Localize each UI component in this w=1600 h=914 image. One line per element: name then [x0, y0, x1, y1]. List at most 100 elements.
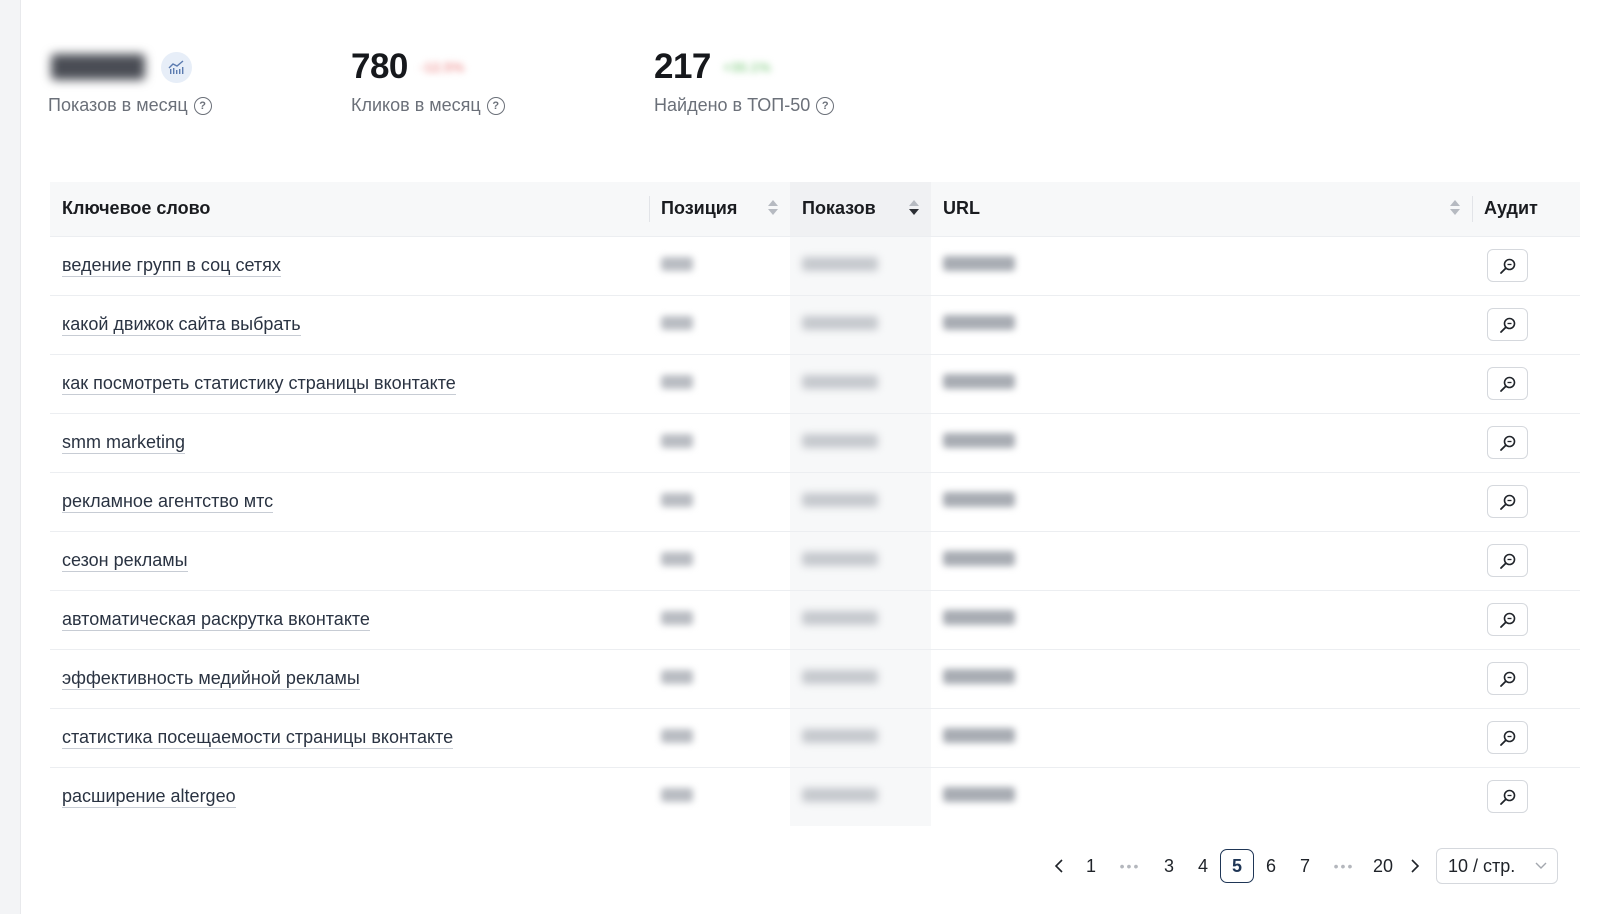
- question-circle-icon[interactable]: ?: [816, 96, 835, 115]
- cell-keyword: автоматическая раскрутка вконтакте: [50, 590, 649, 650]
- page-size-select[interactable]: 10 / стр.: [1436, 848, 1558, 884]
- url-value-hidden: [943, 610, 1015, 625]
- position-value-hidden: [661, 611, 693, 625]
- column-header-shows[interactable]: Показов: [790, 182, 931, 237]
- next-page-button[interactable]: [1400, 849, 1430, 883]
- stat-label: Кликов в месяц: [351, 95, 481, 115]
- chevron-left-icon: [1054, 859, 1063, 873]
- keyword-link[interactable]: сезон рекламы: [62, 550, 188, 572]
- sort-arrows-icon[interactable]: [909, 200, 919, 218]
- keyword-link[interactable]: какой движок сайта выбрать: [62, 314, 301, 336]
- bar-chart-icon[interactable]: [161, 51, 192, 83]
- column-header-audit: Аудит: [1472, 182, 1580, 237]
- zoom-search-icon: [1499, 494, 1515, 510]
- cell-shows: [790, 236, 931, 296]
- audit-button[interactable]: [1487, 249, 1528, 282]
- sort-arrows-icon[interactable]: [768, 200, 778, 218]
- cell-shows: [790, 472, 931, 532]
- page-size-value: 10 / стр.: [1448, 855, 1516, 876]
- page-7-button[interactable]: 7: [1288, 849, 1322, 883]
- cell-position: [649, 295, 790, 355]
- page-ellipsis[interactable]: •••: [1322, 849, 1366, 883]
- stat-value: 780: [351, 47, 408, 86]
- shows-value-hidden: [802, 316, 878, 330]
- cell-audit: [1472, 708, 1580, 768]
- audit-button[interactable]: [1487, 426, 1528, 459]
- column-header-url[interactable]: URL: [931, 182, 1472, 237]
- table-row: сезон рекламы: [50, 531, 1580, 591]
- keyword-link[interactable]: статистика посещаемости страницы вконтак…: [62, 727, 454, 749]
- position-value-hidden: [661, 493, 693, 507]
- cell-audit: [1472, 295, 1580, 355]
- cell-url: [931, 649, 1472, 709]
- page-20-button[interactable]: 20: [1366, 849, 1400, 883]
- audit-button[interactable]: [1487, 308, 1528, 341]
- sort-arrows-icon[interactable]: [1450, 200, 1460, 218]
- url-value-hidden: [943, 787, 1015, 803]
- table-row: как посмотреть статистику страницы вконт…: [50, 354, 1580, 414]
- column-header-position[interactable]: Позиция: [649, 182, 790, 237]
- position-value-hidden: [661, 316, 693, 330]
- page-1-button[interactable]: 1: [1074, 849, 1108, 883]
- url-value-hidden: [943, 492, 1015, 507]
- cell-shows: [790, 531, 931, 591]
- keyword-link[interactable]: эффективность медийной рекламы: [62, 668, 360, 690]
- audit-button[interactable]: [1487, 544, 1528, 577]
- page-4-button[interactable]: 4: [1186, 849, 1220, 883]
- shows-value-hidden: [802, 552, 878, 566]
- prev-page-button[interactable]: [1044, 849, 1074, 883]
- zoom-search-icon: [1499, 435, 1515, 451]
- audit-button[interactable]: [1487, 780, 1528, 814]
- cell-shows: [790, 413, 931, 473]
- table-row: ведение групп в соц сетях: [50, 236, 1580, 296]
- cell-url: [931, 531, 1472, 591]
- audit-button[interactable]: [1487, 662, 1528, 695]
- cell-audit: [1472, 649, 1580, 709]
- keyword-link[interactable]: расширение altergeo: [62, 786, 236, 809]
- page-5-button[interactable]: 5: [1220, 849, 1254, 883]
- shows-value-hidden: [802, 611, 878, 625]
- stat-value: 217: [654, 47, 711, 86]
- shows-value-hidden: [802, 729, 878, 743]
- audit-button[interactable]: [1487, 721, 1528, 754]
- cell-shows: [790, 295, 931, 355]
- keyword-link[interactable]: smm marketing: [62, 432, 186, 454]
- position-value-hidden: [661, 375, 693, 389]
- page-3-button[interactable]: 3: [1152, 849, 1186, 883]
- url-value-hidden: [943, 551, 1015, 566]
- cell-keyword: какой движок сайта выбрать: [50, 295, 649, 355]
- url-value-hidden: [943, 433, 1015, 448]
- cell-position: [649, 649, 790, 709]
- cell-url: [931, 236, 1472, 296]
- cell-keyword: статистика посещаемости страницы вконтак…: [50, 708, 649, 768]
- question-circle-icon[interactable]: ?: [486, 96, 505, 115]
- url-value-hidden: [943, 728, 1015, 743]
- position-value-hidden: [661, 788, 693, 803]
- position-value-hidden: [661, 552, 693, 566]
- question-circle-icon[interactable]: ?: [193, 96, 212, 115]
- cell-keyword: сезон рекламы: [50, 531, 649, 591]
- page-ellipsis[interactable]: •••: [1108, 849, 1152, 883]
- cell-position: [649, 767, 790, 826]
- keyword-link[interactable]: рекламное агентство мтс: [62, 491, 274, 513]
- keyword-link[interactable]: автоматическая раскрутка вконтакте: [62, 609, 370, 631]
- cell-audit: [1472, 531, 1580, 591]
- zoom-search-icon: [1499, 789, 1515, 805]
- zoom-search-icon: [1499, 258, 1515, 274]
- keyword-link[interactable]: ведение групп в соц сетях: [62, 255, 281, 277]
- chevron-down-icon: [1535, 862, 1547, 869]
- cell-audit: [1472, 590, 1580, 650]
- audit-button[interactable]: [1487, 367, 1528, 400]
- column-header-label: Показов: [802, 198, 876, 219]
- audit-button[interactable]: [1487, 485, 1528, 518]
- audit-button[interactable]: [1487, 603, 1528, 636]
- keyword-link[interactable]: как посмотреть статистику страницы вконт…: [62, 373, 456, 395]
- cell-audit: [1472, 472, 1580, 532]
- zoom-search-icon: [1499, 553, 1515, 569]
- cell-position: [649, 236, 790, 296]
- shows-value-hidden: [802, 434, 878, 448]
- cell-keyword: как посмотреть статистику страницы вконт…: [50, 354, 649, 414]
- cell-position: [649, 708, 790, 768]
- page-6-button[interactable]: 6: [1254, 849, 1288, 883]
- stat-label: Показов в месяц: [48, 95, 188, 115]
